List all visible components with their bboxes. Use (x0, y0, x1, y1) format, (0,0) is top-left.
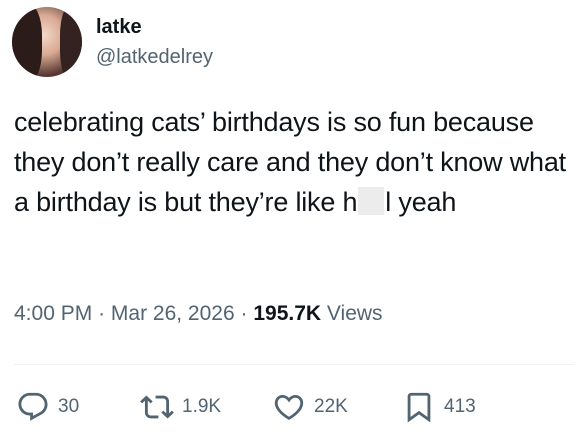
repost-icon (140, 395, 174, 419)
tweet-header: latke @latkedelrey (12, 6, 213, 78)
display-name[interactable]: latke (96, 14, 213, 40)
avatar[interactable] (12, 7, 82, 77)
repost-count: 1.9K (182, 396, 222, 417)
author-names: latke @latkedelrey (96, 14, 213, 70)
user-handle[interactable]: @latkedelrey (96, 44, 213, 70)
reply-count: 30 (58, 396, 80, 417)
tweet-date[interactable]: Mar 26, 2026 (111, 302, 235, 325)
meta-separator: · (240, 302, 248, 325)
like-button[interactable]: 22K (272, 390, 348, 424)
tweet-meta: 4:00 PM · Mar 26, 2026 · 195.7K Views (14, 302, 383, 326)
bookmark-icon (407, 392, 431, 423)
action-bar: 30 1.9K 22K 413 (16, 390, 576, 430)
views-count: 195.7K (253, 302, 322, 325)
censor-block (358, 187, 385, 215)
tweet-time[interactable]: 4:00 PM (14, 302, 92, 325)
reply-button[interactable]: 30 (16, 390, 79, 424)
like-count: 22K (314, 396, 348, 417)
divider (14, 364, 574, 365)
bookmark-button[interactable]: 413 (402, 390, 476, 424)
tweet-text-end: l yeah (385, 187, 457, 217)
tweet-text: celebrating cats’ birthdays is so fun be… (14, 102, 574, 222)
views-label: Views (326, 302, 383, 325)
like-icon (274, 394, 304, 420)
repost-button[interactable]: 1.9K (140, 390, 221, 424)
meta-separator: · (98, 302, 106, 325)
reply-icon (18, 392, 48, 421)
bookmark-count: 413 (444, 396, 476, 417)
tweet-text-main: celebrating cats’ birthdays is so fun be… (14, 107, 566, 217)
